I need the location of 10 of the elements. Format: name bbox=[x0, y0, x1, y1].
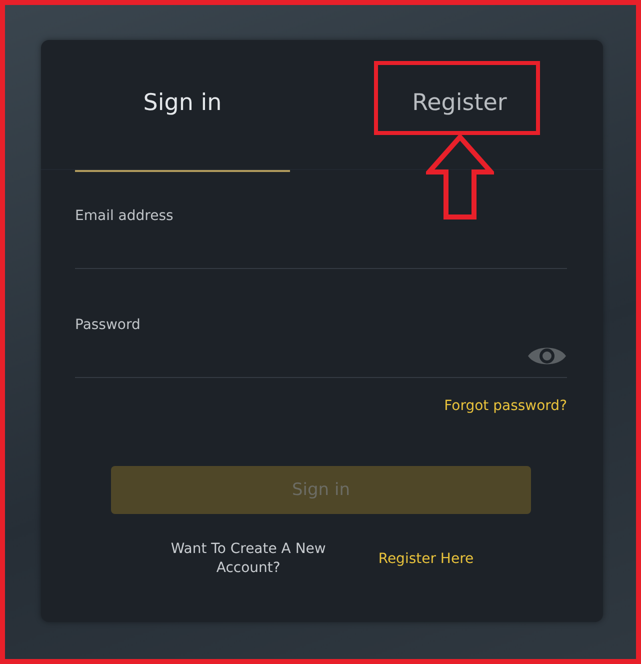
forgot-password-link[interactable]: Forgot password? bbox=[444, 396, 567, 416]
register-link[interactable]: Register Here bbox=[378, 549, 474, 569]
up-arrow-icon bbox=[426, 134, 494, 220]
tab[interactable]: Register bbox=[352, 78, 567, 172]
input-field[interactable]: Email address bbox=[75, 206, 567, 269]
input-field[interactable]: Password bbox=[75, 315, 567, 378]
field-label: Email address bbox=[75, 207, 174, 226]
tab[interactable]: Sign in bbox=[75, 78, 290, 172]
register-prompt: Want To Create A New Account? bbox=[170, 540, 327, 578]
field-label: Password bbox=[75, 316, 140, 335]
